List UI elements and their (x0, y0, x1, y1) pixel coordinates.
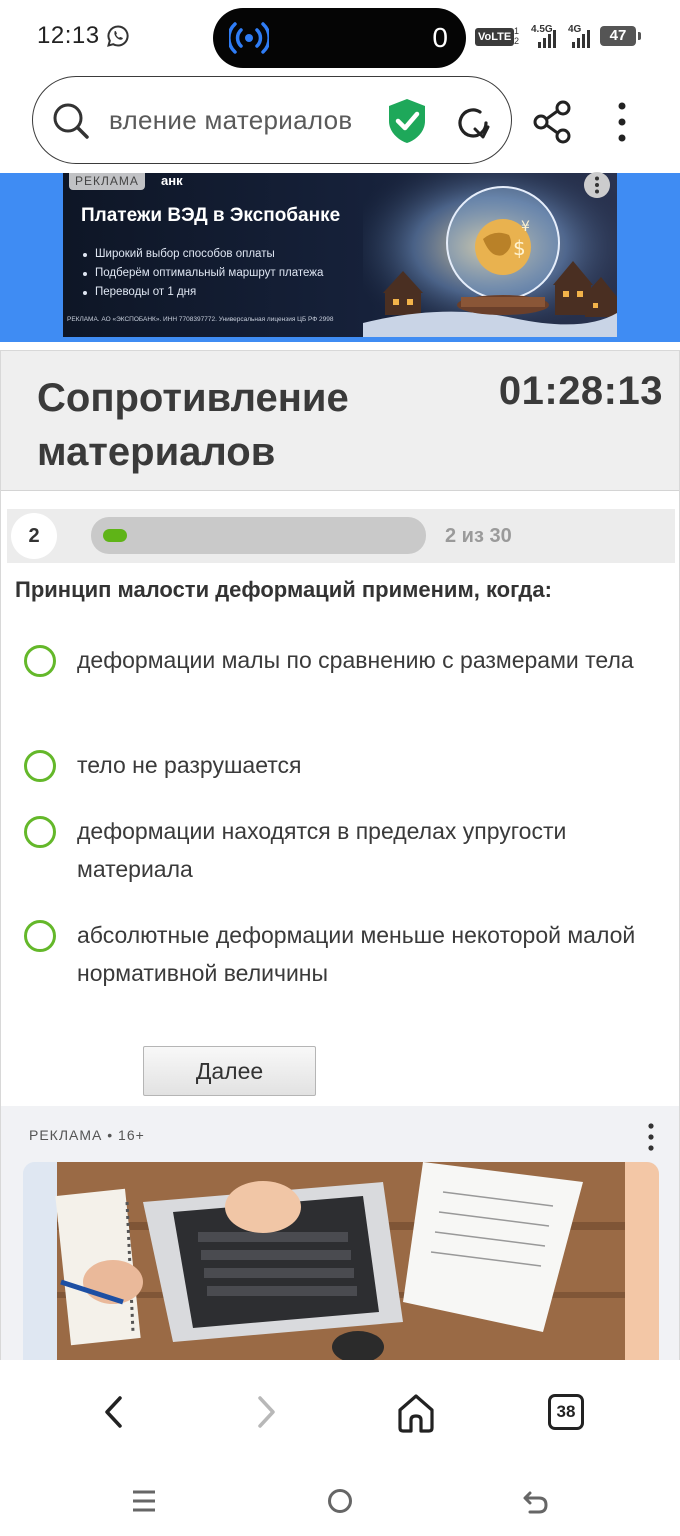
svg-text:$: $ (513, 236, 526, 260)
progress-bar (91, 517, 426, 554)
progress-fill (103, 529, 127, 542)
shield-check-icon[interactable] (385, 97, 429, 145)
ad-options-icon[interactable] (641, 1122, 661, 1152)
ad-bullets: Широкий выбор способов оплаты Подберём о… (81, 245, 323, 302)
answer-label[interactable]: деформации малы по сравнению с размерами… (77, 641, 637, 679)
signal-icon (538, 30, 556, 48)
radio-button[interactable] (24, 750, 56, 782)
radio-button[interactable] (24, 816, 56, 848)
progress-row: 2 2 из 30 (7, 509, 675, 563)
status-time: 12:13 (37, 22, 100, 49)
ad-label-tag: РЕКЛАМА (69, 173, 145, 190)
status-bar: 12:13 0 VoLTE 1 2 4.5G 4G 47 (0, 0, 680, 72)
svg-text:¥: ¥ (521, 219, 530, 235)
hotspot-icon (229, 22, 269, 54)
answer-label[interactable]: абсолютные деформации меньше некоторой м… (77, 916, 637, 992)
answer-label[interactable]: деформации находятся в пределах упругост… (77, 812, 637, 888)
question-number-badge: 2 (11, 513, 57, 559)
home-icon[interactable] (395, 1392, 437, 1434)
menu-dots-icon[interactable] (612, 100, 632, 144)
quiz-header: Сопротивление материалов 01:28:13 (1, 351, 679, 491)
next-button[interactable]: Далее (143, 1046, 316, 1096)
question-text: Принцип малости деформаций применим, ког… (15, 577, 552, 602)
radio-button[interactable] (24, 645, 56, 677)
sim-indicator: 1 2 (514, 26, 519, 46)
sim2-digit: 2 (514, 36, 520, 46)
radio-button[interactable] (24, 920, 56, 952)
reload-icon[interactable] (453, 103, 493, 143)
forward-icon[interactable] (252, 1394, 280, 1430)
ad-bullet: Переводы от 1 дня (81, 283, 323, 302)
quiz-title: Сопротивление материалов (37, 376, 349, 474)
system-back-icon[interactable] (522, 1488, 550, 1516)
laptop-desk-illustration (23, 1162, 659, 1361)
signal-icon-2 (572, 30, 590, 48)
search-icon[interactable] (51, 101, 91, 141)
address-bar[interactable]: вление материалов (32, 76, 512, 164)
whatsapp-icon (107, 25, 129, 47)
progress-text: 2 из 30 (445, 525, 512, 547)
battery-icon: 47 (600, 26, 636, 46)
answer-label[interactable]: тело не разрушается (77, 746, 637, 784)
battery-tip (638, 32, 641, 40)
sim1-digit: 1 (514, 26, 520, 36)
ad-bullet: Широкий выбор способов оплаты (81, 245, 323, 264)
share-icon[interactable] (532, 100, 572, 144)
recent-apps-icon[interactable] (131, 1488, 157, 1514)
ad-brand: анк (161, 173, 183, 188)
system-home-icon[interactable] (327, 1488, 353, 1514)
island-counter: 0 (432, 22, 448, 53)
ad-creative[interactable]: $ ¥ РЕКЛАМА анк Платежи ВЭД в Экспобанке… (63, 173, 617, 337)
ad-options-icon[interactable] (584, 172, 610, 198)
ad-bullet: Подберём оптимальный маршрут платежа (81, 264, 323, 283)
ad-legal-text: РЕКЛАМА. АО «ЭКСПОБАНК». ИНН 7708397772.… (67, 316, 334, 323)
quiz-card: Сопротивление материалов 01:28:13 2 2 из… (0, 350, 680, 1361)
ad-headline[interactable]: Платежи ВЭД в Экспобанке (81, 205, 340, 227)
back-icon[interactable] (100, 1394, 128, 1430)
dynamic-island[interactable]: 0 (213, 8, 466, 68)
url-text[interactable]: вление материалов (109, 105, 353, 136)
quiz-timer: 01:28:13 (498, 369, 663, 413)
top-banner-ad[interactable]: $ ¥ РЕКЛАМА анк Платежи ВЭД в Экспобанке… (0, 173, 680, 342)
ad-label: РЕКЛАМА • 16+ (29, 1127, 145, 1143)
navigation-bar: 38 (0, 1360, 680, 1536)
volte-badge: VoLTE (475, 28, 515, 46)
ad-image[interactable] (23, 1162, 659, 1361)
bottom-ad[interactable]: РЕКЛАМА • 16+ (1, 1106, 679, 1361)
tabs-button[interactable]: 38 (548, 1394, 584, 1430)
